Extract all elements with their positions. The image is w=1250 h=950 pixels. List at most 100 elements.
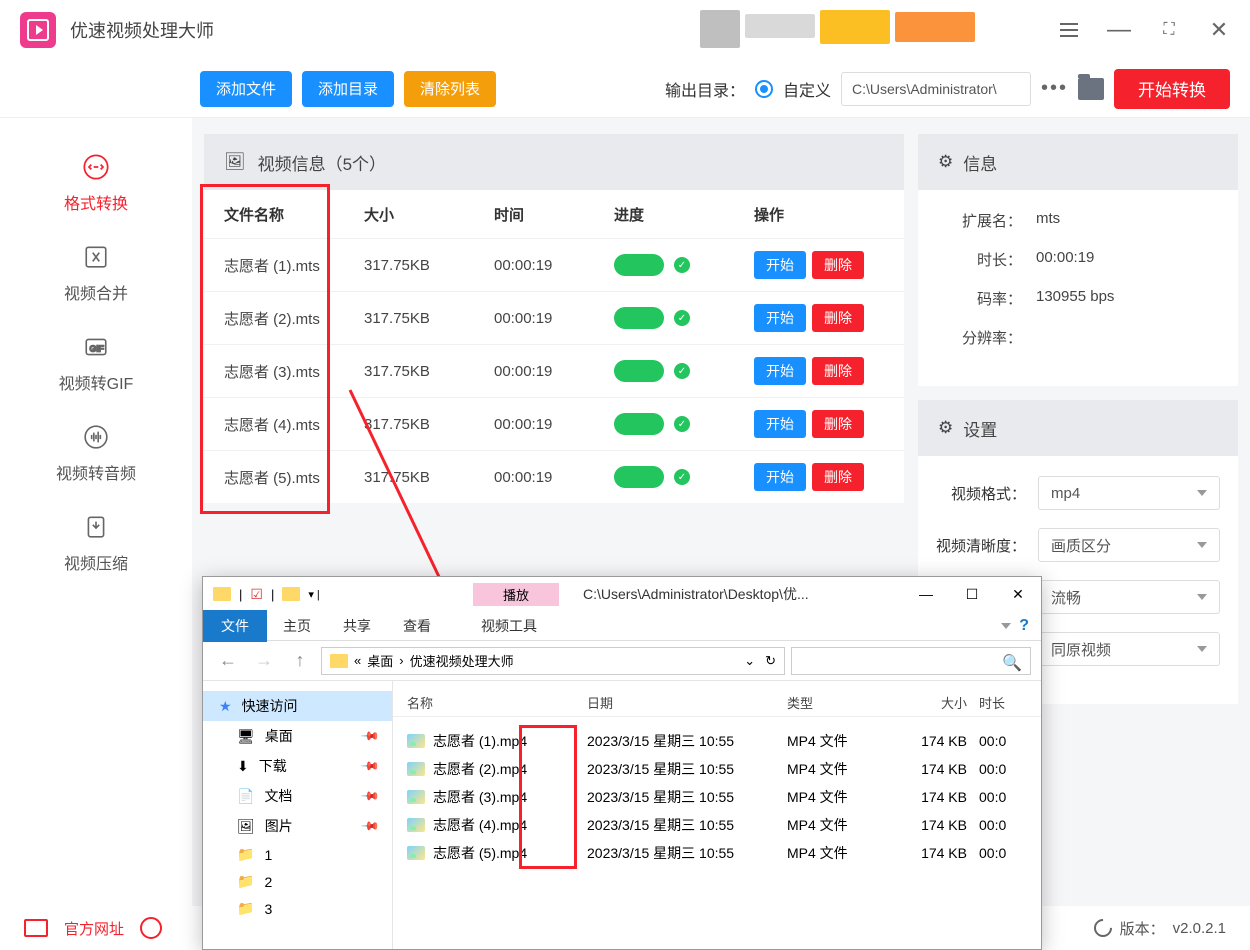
- explorer-close[interactable]: ✕: [995, 578, 1041, 610]
- file-name: 志愿者 (5).mts: [224, 467, 364, 488]
- video-tools-tab[interactable]: 视频工具: [481, 616, 537, 636]
- folder-icon: [282, 587, 300, 601]
- refresh-icon[interactable]: [1090, 915, 1115, 940]
- nav-forward[interactable]: →: [249, 647, 279, 675]
- check-icon: ✓: [674, 416, 690, 432]
- resolution-select[interactable]: 画质区分: [1038, 528, 1220, 562]
- explorer-maximize[interactable]: ☐: [949, 578, 995, 610]
- progress-bar: [614, 254, 664, 276]
- explorer-sidebar: ★快速访问 🖥桌面📌⬇下载📌📄文档📌🖼图片📌📁1📁2📁3: [203, 681, 393, 949]
- open-folder-icon[interactable]: [1078, 78, 1104, 100]
- file-name: 志愿者 (1).mts: [224, 255, 364, 276]
- row-delete-button[interactable]: 删除: [812, 410, 864, 438]
- info-dur: 00:00:19: [1036, 249, 1094, 270]
- chat-icon[interactable]: [140, 917, 162, 939]
- row-delete-button[interactable]: 删除: [812, 463, 864, 491]
- tab-view[interactable]: 查看: [387, 610, 447, 642]
- minimize-icon[interactable]: —: [1108, 19, 1130, 41]
- explorer-side-item[interactable]: 🖼图片📌: [203, 811, 392, 841]
- explorer-side-item[interactable]: 📁2: [203, 868, 392, 895]
- check-icon: ✓: [674, 469, 690, 485]
- pin-icon: 📌: [360, 816, 380, 836]
- row-start-button[interactable]: 开始: [754, 251, 806, 279]
- progress-bar: [614, 466, 664, 488]
- explorer-search[interactable]: 🔍: [791, 647, 1031, 675]
- version-label: 版本：: [1120, 918, 1165, 939]
- sidebar-item-merge[interactable]: 视频合并: [0, 228, 192, 318]
- info-ext: mts: [1036, 210, 1060, 231]
- tab-home[interactable]: 主页: [267, 610, 327, 642]
- video-file-icon: [407, 762, 425, 776]
- progress-bar: [614, 307, 664, 329]
- menu-icon[interactable]: [1058, 19, 1080, 41]
- fullscreen-icon[interactable]: ⛶: [1158, 19, 1180, 41]
- app-logo: [20, 12, 56, 48]
- merge-icon: [81, 242, 111, 272]
- address-bar[interactable]: « 桌面› 优速视频处理大师 ⌄↻: [321, 647, 785, 675]
- nav-back[interactable]: ←: [213, 647, 243, 675]
- format-select[interactable]: mp4: [1038, 476, 1220, 510]
- sidebar-item-gif[interactable]: GIF 视频转GIF: [0, 318, 192, 408]
- explorer-file-row[interactable]: 志愿者 (5).mp4 2023/3/15 星期三 10:55 MP4 文件 1…: [393, 839, 1041, 867]
- compress-icon: [81, 512, 111, 542]
- explorer-side-item[interactable]: 📁3: [203, 895, 392, 922]
- output-path-input[interactable]: C:\Users\Administrator\: [841, 72, 1031, 106]
- folder-icon: [213, 587, 231, 601]
- gif-icon: GIF: [81, 332, 111, 362]
- svg-text:GIF: GIF: [90, 343, 104, 353]
- row-start-button[interactable]: 开始: [754, 463, 806, 491]
- row-start-button[interactable]: 开始: [754, 357, 806, 385]
- side-icon: 📁: [237, 846, 254, 863]
- convert-icon: [81, 152, 111, 182]
- clear-list-button[interactable]: 清除列表: [404, 71, 496, 107]
- play-tab[interactable]: 播放: [473, 583, 559, 606]
- row-delete-button[interactable]: 删除: [812, 304, 864, 332]
- info-panel-header: ⚙ 信息: [918, 134, 1238, 190]
- row-start-button[interactable]: 开始: [754, 410, 806, 438]
- table-header: 文件名称 大小 时间 进度 操作: [204, 190, 904, 238]
- add-file-button[interactable]: 添加文件: [200, 71, 292, 107]
- help-icon[interactable]: ?: [1019, 617, 1029, 635]
- explorer-side-item[interactable]: 📄文档📌: [203, 781, 392, 811]
- start-convert-button[interactable]: 开始转换: [1114, 69, 1230, 109]
- nav-up[interactable]: ↑: [285, 647, 315, 675]
- sidebar-item-audio[interactable]: 视频转音频: [0, 408, 192, 498]
- user-area-blurred: [700, 10, 980, 50]
- explorer-minimize[interactable]: —: [903, 578, 949, 610]
- gear-icon: ⚙: [938, 152, 953, 172]
- pin-icon: 📌: [360, 786, 380, 806]
- tab-share[interactable]: 共享: [327, 610, 387, 642]
- side-icon: ⬇: [237, 758, 249, 775]
- video-panel-header: 🖼 视频信息（5个）: [204, 134, 904, 190]
- explorer-columns: 名称 日期 类型 大小 时长: [393, 689, 1041, 717]
- explorer-side-item[interactable]: ⬇下载📌: [203, 751, 392, 781]
- row-start-button[interactable]: 开始: [754, 304, 806, 332]
- toolbar: 添加文件 添加目录 清除列表 输出目录： 自定义 C:\Users\Admini…: [0, 60, 1250, 118]
- checkbox-icon[interactable]: ☑: [250, 586, 263, 603]
- explorer-file-row[interactable]: 志愿者 (4).mp4 2023/3/15 星期三 10:55 MP4 文件 1…: [393, 811, 1041, 839]
- explorer-file-row[interactable]: 志愿者 (1).mp4 2023/3/15 星期三 10:55 MP4 文件 1…: [393, 727, 1041, 755]
- add-dir-button[interactable]: 添加目录: [302, 71, 394, 107]
- file-menu[interactable]: 文件: [203, 610, 267, 642]
- explorer-side-item[interactable]: 📁1: [203, 841, 392, 868]
- audio-select[interactable]: 同原视频: [1038, 632, 1220, 666]
- check-icon: ✓: [674, 363, 690, 379]
- quality-select[interactable]: 流畅: [1038, 580, 1220, 614]
- website-icon[interactable]: [24, 919, 48, 937]
- browse-button[interactable]: •••: [1041, 77, 1068, 100]
- row-delete-button[interactable]: 删除: [812, 357, 864, 385]
- sidebar-item-compress[interactable]: 视频压缩: [0, 498, 192, 588]
- close-icon[interactable]: ✕: [1208, 19, 1230, 41]
- website-link[interactable]: 官方网址: [64, 918, 124, 939]
- sidebar-item-format[interactable]: 格式转换: [0, 138, 192, 228]
- quick-access[interactable]: ★快速访问: [203, 691, 392, 721]
- row-delete-button[interactable]: 删除: [812, 251, 864, 279]
- chevron-down-icon[interactable]: [1001, 623, 1011, 629]
- explorer-file-row[interactable]: 志愿者 (3).mp4 2023/3/15 星期三 10:55 MP4 文件 1…: [393, 783, 1041, 811]
- app-title: 优速视频处理大师: [70, 17, 214, 43]
- custom-radio[interactable]: [755, 80, 773, 98]
- side-icon: 🖼: [237, 818, 255, 835]
- settings-panel-header: ⚙ 设置: [918, 400, 1238, 456]
- explorer-file-row[interactable]: 志愿者 (2).mp4 2023/3/15 星期三 10:55 MP4 文件 1…: [393, 755, 1041, 783]
- explorer-side-item[interactable]: 🖥桌面📌: [203, 721, 392, 751]
